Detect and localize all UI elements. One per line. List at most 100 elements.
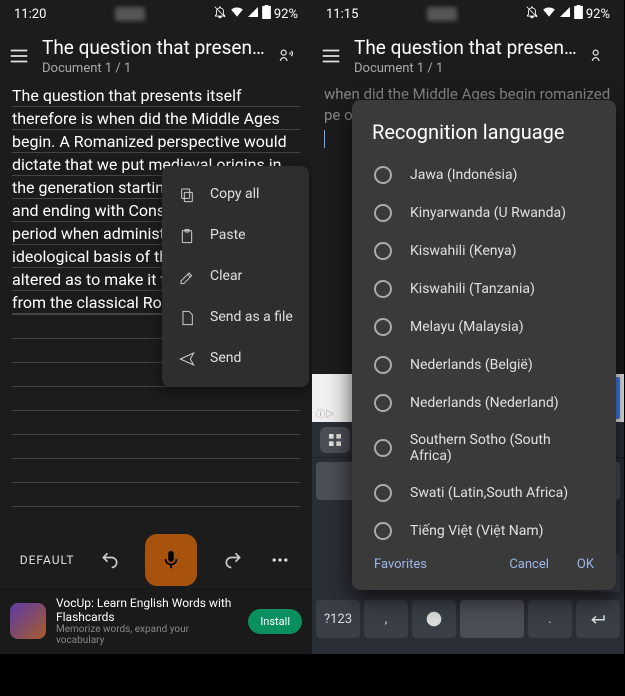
nav-back-icon[interactable]	[44, 665, 60, 685]
voice-settings-icon[interactable]	[277, 44, 297, 68]
nav-hide-keyboard-icon[interactable]	[356, 665, 372, 685]
wifi-icon	[542, 5, 556, 23]
language-option[interactable]: Swati (Latin,South Africa)	[360, 474, 608, 512]
nav-home-icon[interactable]	[460, 665, 476, 685]
menu-icon[interactable]	[320, 44, 342, 68]
mic-button[interactable]	[145, 534, 197, 586]
bottom-toolbar: DEFAULT	[0, 532, 312, 588]
page-subtitle: Document 1 / 1	[354, 61, 577, 76]
radio-icon	[374, 484, 392, 502]
app-bar: The question that presen… Document 1 / 1	[312, 28, 624, 84]
more-icon[interactable]	[621, 44, 625, 68]
radio-icon	[374, 394, 392, 412]
menu-label: Paste	[210, 225, 246, 246]
language-option[interactable]: Melayu (Malaysia)	[360, 308, 608, 346]
voice-settings-icon[interactable]	[589, 44, 609, 68]
dialog-title: Recognition language	[352, 100, 616, 156]
language-label: Kiswahili (Kenya)	[410, 243, 517, 259]
menu-paste[interactable]: Paste	[162, 215, 309, 256]
page-title: The question that presen…	[354, 36, 577, 59]
language-option[interactable]: Kinyarwanda (U Rwanda)	[360, 194, 608, 232]
screen-left: 11:20 92% The question that presen… Docu…	[0, 0, 312, 696]
enter-icon[interactable]	[576, 600, 620, 638]
nav-bar	[312, 654, 624, 696]
status-time: 11:20	[14, 7, 46, 22]
nav-recent-icon[interactable]	[564, 665, 580, 685]
language-option[interactable]: Southern Sotho (South Africa)	[360, 422, 608, 474]
period-key[interactable]: .	[528, 600, 572, 638]
menu-clear[interactable]: Clear	[162, 256, 309, 297]
language-label: Jawa (Indonésia)	[410, 167, 517, 183]
language-list[interactable]: Jawa (Indonésia) Kinyarwanda (U Rwanda) Ki…	[352, 156, 616, 543]
radio-icon	[374, 522, 392, 540]
language-option[interactable]: Nederlands (Nederland)	[360, 384, 608, 422]
menu-icon[interactable]	[8, 44, 30, 68]
status-time: 11:15	[326, 7, 358, 22]
nav-home-icon[interactable]	[148, 665, 164, 685]
menu-copy-all[interactable]: Copy all	[162, 174, 309, 215]
more-horizontal-icon[interactable]	[268, 548, 292, 572]
send-icon	[178, 350, 196, 368]
keyboard-row-4: ?123 , .	[312, 596, 624, 646]
language-option[interactable]: Tiếng Việt (Việt Nam)	[360, 512, 608, 543]
menu-send-file[interactable]: Send as a file	[162, 297, 309, 338]
page-title: The question that presen…	[42, 36, 265, 59]
menu-label: Send as a file	[210, 307, 293, 328]
ok-button[interactable]: OK	[577, 557, 594, 572]
status-privacy-blur	[427, 7, 457, 21]
menu-send[interactable]: Send	[162, 338, 309, 379]
menu-label: Send	[210, 348, 241, 369]
menu-label: Copy all	[210, 184, 259, 205]
screen-right: 11:15 92% The question that presen… Docu…	[312, 0, 624, 696]
radio-icon	[374, 318, 392, 336]
language-option[interactable]: Jawa (Indonésia)	[360, 156, 608, 194]
undo-icon[interactable]	[98, 548, 122, 572]
emoji-icon[interactable]	[412, 600, 456, 638]
paste-icon	[178, 227, 196, 245]
dnd-icon	[525, 5, 539, 23]
status-right: 92%	[525, 5, 610, 23]
battery-icon	[574, 5, 583, 23]
battery-percent: 92%	[274, 7, 298, 22]
language-label: Southern Sotho (South Africa)	[410, 432, 594, 464]
language-label: Kinyarwanda (U Rwanda)	[410, 205, 566, 221]
radio-icon	[374, 204, 392, 222]
language-label: Tiếng Việt (Việt Nam)	[410, 523, 544, 539]
dnd-icon	[213, 5, 227, 23]
default-label[interactable]: DEFAULT	[20, 553, 75, 567]
language-label: Melayu (Malaysia)	[410, 319, 524, 335]
editor-area[interactable]: The question that presents itself theref…	[0, 84, 312, 532]
ad-subtitle: Memorize words, expand your vocabulary	[56, 624, 238, 646]
radio-icon	[374, 356, 392, 374]
file-icon	[178, 309, 196, 327]
status-right: 92%	[213, 5, 298, 23]
install-button[interactable]: Install	[248, 609, 302, 634]
radio-icon	[374, 166, 392, 184]
nav-recent-icon[interactable]	[252, 665, 268, 685]
wifi-icon	[230, 5, 244, 23]
radio-icon	[374, 439, 392, 457]
ad-banner[interactable]: VocUp: Learn English Words with Flashcar…	[0, 588, 312, 654]
copy-icon	[178, 186, 196, 204]
symbols-key[interactable]: ?123	[316, 600, 360, 638]
radio-icon	[374, 242, 392, 260]
clear-icon	[178, 268, 196, 286]
status-bar: 11:15 92%	[312, 0, 624, 28]
spacebar[interactable]	[460, 600, 524, 638]
comma-key[interactable]: ,	[364, 600, 408, 638]
language-option[interactable]: Kiswahili (Kenya)	[360, 232, 608, 270]
cancel-button[interactable]: Cancel	[509, 557, 549, 572]
redo-icon[interactable]	[221, 548, 245, 572]
language-label: Swati (Latin,South Africa)	[410, 485, 568, 501]
ad-title: VocUp: Learn English Words with Flashcar…	[56, 596, 238, 624]
apps-icon[interactable]	[320, 427, 350, 453]
language-dialog: Recognition language Jawa (Indonésia) Kin…	[352, 100, 616, 590]
ad-info-icon[interactable]: ⓘ▷	[316, 407, 334, 420]
language-label: Nederlands (Nederland)	[410, 395, 559, 411]
page-subtitle: Document 1 / 1	[42, 61, 265, 76]
language-option[interactable]: Nederlands (België)	[360, 346, 608, 384]
nav-bar	[0, 654, 312, 696]
language-option[interactable]: Kiswahili (Tanzania)	[360, 270, 608, 308]
favorites-button[interactable]: Favorites	[374, 557, 427, 572]
battery-percent: 92%	[586, 7, 610, 22]
